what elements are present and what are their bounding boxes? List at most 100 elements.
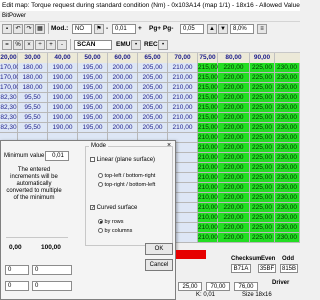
- table-cell[interactable]: 230,00: [275, 73, 300, 83]
- table-cell[interactable]: 215,00: [198, 73, 218, 83]
- by-rows-radio[interactable]: [98, 219, 103, 225]
- table-cell[interactable]: 170,00: [0, 83, 20, 93]
- table-cell[interactable]: 215,00: [198, 103, 218, 113]
- table-cell[interactable]: 220,00: [218, 183, 250, 193]
- undo-icon[interactable]: ↶: [13, 24, 23, 34]
- table-cell[interactable]: 230,00: [275, 63, 300, 73]
- table-cell[interactable]: 220,00: [218, 63, 250, 73]
- table-cell[interactable]: 180,00: [18, 73, 48, 83]
- op-minus-button[interactable]: -: [57, 40, 67, 50]
- ok-button[interactable]: OK: [145, 243, 173, 255]
- by-columns-radio[interactable]: [98, 228, 103, 234]
- table-cell[interactable]: 220,00: [218, 153, 250, 163]
- table-cell[interactable]: 82,30: [0, 113, 18, 123]
- table-cell[interactable]: 82,30: [0, 93, 18, 103]
- table-cell[interactable]: 225,00: [250, 143, 275, 153]
- table-cell[interactable]: 95,50: [18, 113, 48, 123]
- table-cell[interactable]: 220,00: [218, 213, 250, 223]
- table-cell[interactable]: 230,00: [275, 153, 300, 163]
- column-header[interactable]: 65,00: [138, 53, 168, 63]
- column-header[interactable]: 70,00: [168, 53, 198, 63]
- table-cell[interactable]: 220,00: [218, 73, 250, 83]
- table-cell[interactable]: 195,00: [78, 73, 108, 83]
- menu-bitpower[interactable]: BitPower: [0, 11, 300, 22]
- table-cell[interactable]: 220,00: [218, 133, 250, 143]
- op-percent-button[interactable]: %: [13, 40, 23, 50]
- table-cell[interactable]: 210,00: [168, 63, 198, 73]
- table-cell[interactable]: 205,00: [138, 63, 168, 73]
- column-header[interactable]: 60,00: [108, 53, 138, 63]
- tr-bl-radio[interactable]: [98, 182, 103, 188]
- table-cell[interactable]: 210,00: [168, 83, 198, 93]
- mode-field[interactable]: NO: [72, 24, 92, 34]
- table-cell[interactable]: 210,00: [198, 233, 218, 243]
- rec-toggle[interactable]: •: [158, 40, 168, 50]
- table-cell[interactable]: 220,00: [218, 123, 250, 133]
- save-icon[interactable]: ▪: [2, 24, 12, 34]
- by-rows-option[interactable]: by rows: [98, 219, 123, 225]
- table-cell[interactable]: 200,00: [108, 93, 138, 103]
- column-header[interactable]: 75,00: [198, 53, 218, 63]
- table-cell[interactable]: 210,00: [168, 93, 198, 103]
- table-cell[interactable]: 210,00: [168, 123, 198, 133]
- table-cell[interactable]: 225,00: [250, 103, 275, 113]
- step-field[interactable]: 0,01: [112, 24, 136, 34]
- table-cell[interactable]: 225,00: [250, 233, 275, 243]
- table-cell[interactable]: 220,00: [218, 163, 250, 173]
- table-cell[interactable]: 200,00: [108, 113, 138, 123]
- table-cell[interactable]: 210,00: [198, 153, 218, 163]
- table-cell[interactable]: 200,00: [108, 103, 138, 113]
- table-cell[interactable]: 230,00: [275, 133, 300, 143]
- table-cell[interactable]: 82,30: [0, 123, 18, 133]
- column-header[interactable]: 30,00: [18, 53, 48, 63]
- table-cell[interactable]: 180,00: [18, 63, 48, 73]
- table-cell[interactable]: 225,00: [250, 123, 275, 133]
- table-cell[interactable]: 210,00: [198, 143, 218, 153]
- column-header[interactable]: 40,00: [48, 53, 78, 63]
- table-cell[interactable]: 225,00: [250, 213, 275, 223]
- table-cell[interactable]: 220,00: [218, 233, 250, 243]
- table-cell[interactable]: 225,00: [250, 203, 275, 213]
- chart-icon[interactable]: ≡: [257, 24, 267, 34]
- table-cell[interactable]: 82,30: [0, 103, 18, 113]
- table-cell[interactable]: 225,00: [250, 83, 275, 93]
- table-cell[interactable]: 225,00: [250, 193, 275, 203]
- value-field-3[interactable]: 0: [5, 281, 29, 291]
- arrow-down-icon[interactable]: ▼: [218, 24, 228, 34]
- table-cell[interactable]: 95,50: [18, 123, 48, 133]
- table-cell[interactable]: 95,50: [18, 93, 48, 103]
- table-cell[interactable]: 200,00: [108, 73, 138, 83]
- table-cell[interactable]: 200,00: [108, 83, 138, 93]
- table-cell[interactable]: 170,00: [0, 73, 20, 83]
- cancel-button[interactable]: Cancel: [145, 259, 173, 271]
- table-cell[interactable]: 225,00: [250, 63, 275, 73]
- emu-toggle[interactable]: •: [131, 40, 141, 50]
- table-cell[interactable]: 230,00: [275, 213, 300, 223]
- table-cell[interactable]: 225,00: [250, 163, 275, 173]
- table-cell[interactable]: 220,00: [218, 223, 250, 233]
- table-cell[interactable]: 225,00: [250, 223, 275, 233]
- tl-br-radio[interactable]: [98, 173, 103, 179]
- table-cell[interactable]: 220,00: [218, 113, 250, 123]
- table-cell[interactable]: 210,00: [198, 173, 218, 183]
- value-field-2[interactable]: 0: [32, 265, 72, 275]
- table-cell[interactable]: 210,00: [198, 133, 218, 143]
- table-cell[interactable]: 230,00: [275, 173, 300, 183]
- table-cell[interactable]: 215,00: [198, 113, 218, 123]
- column-header[interactable]: 90,00: [250, 53, 275, 63]
- table-cell[interactable]: 205,00: [138, 103, 168, 113]
- curved-checkbox[interactable]: ✓: [90, 205, 95, 211]
- table-cell[interactable]: 225,00: [250, 183, 275, 193]
- table-cell[interactable]: 210,00: [198, 203, 218, 213]
- table-cell[interactable]: 210,00: [198, 223, 218, 233]
- table-cell[interactable]: 215,00: [198, 123, 218, 133]
- scan-dropdown[interactable]: SCAN: [74, 40, 112, 50]
- table-cell[interactable]: 195,00: [78, 93, 108, 103]
- table-cell[interactable]: 170,00: [0, 63, 20, 73]
- table-cell[interactable]: 220,00: [218, 193, 250, 203]
- table-cell[interactable]: 210,00: [168, 103, 198, 113]
- table-cell[interactable]: 205,00: [138, 93, 168, 103]
- linear-option[interactable]: Linear (plane surface): [90, 157, 155, 163]
- table-cell[interactable]: 190,00: [48, 93, 78, 103]
- table-cell[interactable]: 230,00: [275, 123, 300, 133]
